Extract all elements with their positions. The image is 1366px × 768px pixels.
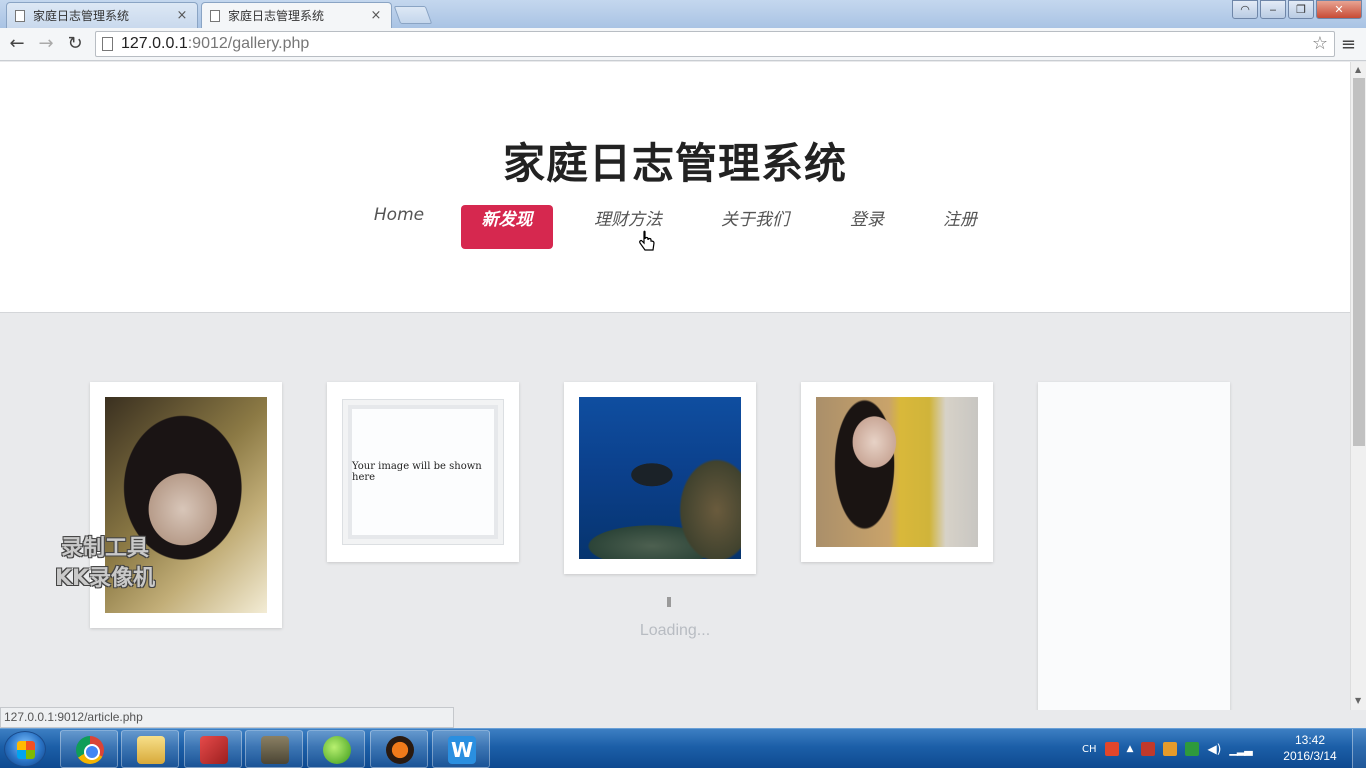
taskbar-clock[interactable]: 13:42 2016/3/14 <box>1280 732 1340 764</box>
tab-inactive[interactable]: 家庭日志管理系统 × <box>6 2 198 28</box>
status-bar-url: 127.0.0.1:9012/article.php <box>0 707 454 728</box>
tray-expand-icon[interactable]: ▲ <box>1127 744 1134 754</box>
watermark-line: KK录像机 <box>54 566 156 591</box>
scroll-thumb[interactable] <box>1353 78 1365 446</box>
ninja-app-icon <box>386 736 414 764</box>
taskbar-chrome[interactable] <box>60 730 118 768</box>
site-title: 家庭日志管理系统 <box>502 139 847 188</box>
page-icon <box>102 37 113 51</box>
nav-login[interactable]: 登录 <box>836 205 898 249</box>
photo-placeholder: Your image will be shown here <box>342 399 504 545</box>
language-indicator[interactable]: CH <box>1082 744 1097 755</box>
network-icon[interactable]: ▁▂▃ <box>1229 743 1252 756</box>
gallery-card[interactable] <box>801 382 993 562</box>
page-icon <box>15 9 25 22</box>
taskbar: W CH ▲ ◀) ▁▂▃ 13:42 2016/3/14 <box>0 728 1366 768</box>
watermark-line: 录制工具 <box>60 536 149 561</box>
windows-logo-icon <box>17 741 35 759</box>
restore-button[interactable]: ❐ <box>1288 0 1314 19</box>
forward-button[interactable]: → <box>34 32 58 56</box>
scroll-up-icon[interactable]: ▲ <box>1355 65 1361 74</box>
menu-icon[interactable]: ≡ <box>1341 34 1356 55</box>
new-tab-button[interactable] <box>393 6 433 24</box>
tab-label: 家庭日志管理系统 <box>33 9 130 23</box>
minimize-button[interactable]: ‒ <box>1260 0 1286 19</box>
photo-portrait <box>816 397 978 547</box>
tab-close-icon[interactable]: × <box>175 8 189 23</box>
start-button[interactable] <box>4 731 46 767</box>
nav-about[interactable]: 关于我们 <box>706 205 804 249</box>
loading-text: Loading... <box>639 622 711 639</box>
volume-icon[interactable]: ◀) <box>1207 742 1221 756</box>
gallery-card-loading <box>1038 382 1230 710</box>
taskbar-ninja-app[interactable] <box>370 730 428 768</box>
taskbar-eraser-app[interactable] <box>184 730 242 768</box>
site-header: 家庭日志管理系统 Home 新发现 理财方法 关于我们 登录 注册 <box>0 62 1350 313</box>
taskbar-explorer[interactable] <box>121 730 179 768</box>
security-icon[interactable] <box>1141 742 1156 756</box>
sogou-icon[interactable] <box>1104 742 1119 756</box>
taskbar-game[interactable] <box>245 730 303 768</box>
vertical-scrollbar[interactable]: ▲ ▼ <box>1350 62 1366 710</box>
show-desktop-button[interactable] <box>1352 729 1366 768</box>
page-viewport: 家庭日志管理系统 Home 新发现 理财方法 关于我们 登录 注册 Your i… <box>0 62 1350 710</box>
user-icon[interactable]: ◠ <box>1232 0 1258 19</box>
system-tray: CH ▲ ◀) ▁▂▃ <box>1082 737 1253 761</box>
chrome-icon <box>76 736 104 764</box>
folder-icon <box>137 736 165 764</box>
clock-time: 13:42 <box>1294 733 1326 747</box>
hand-cursor-icon <box>639 230 655 251</box>
reload-button[interactable]: ↻ <box>63 32 87 56</box>
wps-icon: W <box>448 736 476 764</box>
nav-register[interactable]: 注册 <box>928 205 992 249</box>
page-icon <box>210 9 220 22</box>
clock-date: 2016/3/14 <box>1283 749 1337 763</box>
nav-discover[interactable]: 新发现 <box>461 205 553 249</box>
url-path: :9012/gallery.php <box>187 35 310 52</box>
taskbar-wps[interactable]: W <box>432 730 490 768</box>
recorder-watermark: 录制工具 KK录像机 <box>30 534 180 594</box>
gallery-card[interactable] <box>564 382 756 574</box>
main-nav: Home 新发现 理财方法 关于我们 登录 注册 <box>0 205 1350 249</box>
back-button[interactable]: ← <box>5 32 29 56</box>
placeholder-text: Your image will be shown here <box>348 405 498 539</box>
url-host: 127.0.0.1 <box>121 35 188 52</box>
nav-home[interactable]: Home <box>360 205 438 249</box>
close-window-button[interactable]: ✕ <box>1316 0 1362 19</box>
taskbar-green-app[interactable] <box>307 730 365 768</box>
nav-finance[interactable]: 理财方法 <box>580 205 676 249</box>
tab-label: 家庭日志管理系统 <box>228 9 325 23</box>
eraser-icon <box>200 736 228 764</box>
browser-titlebar: 家庭日志管理系统 × 家庭日志管理系统 × ◠ ‒ ❐ ✕ <box>0 0 1366 28</box>
address-bar[interactable]: 127.0.0.1:9012/gallery.php ☆ <box>95 31 1335 57</box>
tab-active[interactable]: 家庭日志管理系统 × <box>201 2 392 28</box>
tray-app-icon[interactable] <box>1163 742 1178 756</box>
game-icon <box>261 736 289 764</box>
loading-indicator <box>667 597 671 607</box>
bookmark-star-icon[interactable]: ☆ <box>1312 33 1328 54</box>
browser-toolbar: ← → ↻ 127.0.0.1:9012/gallery.php ☆ ≡ <box>0 28 1366 61</box>
tab-close-icon[interactable]: × <box>369 8 383 23</box>
photo-diver <box>579 397 741 559</box>
scroll-down-icon[interactable]: ▼ <box>1355 696 1361 705</box>
gallery-card[interactable]: Your image will be shown here <box>327 382 519 562</box>
green-app-icon <box>323 736 351 764</box>
tray-app-icon[interactable] <box>1185 742 1200 756</box>
